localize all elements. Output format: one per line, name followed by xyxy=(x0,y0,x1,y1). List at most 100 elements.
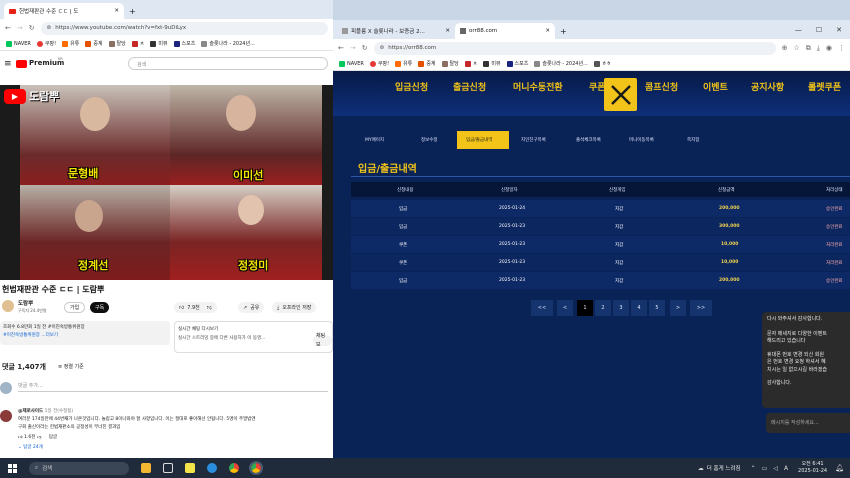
youtube-logo-icon[interactable] xyxy=(16,60,27,68)
offline-save-button[interactable]: ⤓ 오프라인 저장 xyxy=(272,302,317,313)
download-icon[interactable]: ⤓ xyxy=(817,44,820,53)
bookmark-slotnara[interactable]: 슬롯나라 - 2024년... xyxy=(534,60,588,67)
comment-like-icon[interactable]: 👍︎ xyxy=(18,435,23,440)
bookmark-naver[interactable]: NAVER xyxy=(6,40,31,47)
page-first[interactable]: << xyxy=(531,300,553,316)
thumbs-down-icon[interactable]: 👎︎ xyxy=(207,305,212,311)
profile-icon[interactable]: ◉ xyxy=(826,44,832,52)
video-player[interactable]: ▶ 도람뿌 문형배 이미선 정계선 정정미 xyxy=(0,85,333,280)
taskview-icon[interactable] xyxy=(163,463,173,473)
subnav-history[interactable]: 입금/출금내역 xyxy=(466,137,492,143)
tab-youtube[interactable]: 헌법재판관 수준 ㄷㄷ | 도 ✕ xyxy=(4,3,124,19)
chrome-icon[interactable] xyxy=(229,463,239,473)
volume-icon[interactable]: ◁ xyxy=(773,465,778,472)
weather-icon[interactable]: ☁ xyxy=(698,465,704,472)
commenter-avatar[interactable] xyxy=(0,410,12,422)
open-chat-button[interactable]: 채팅 보 xyxy=(313,333,332,348)
nav-deposit[interactable]: 입금신청 xyxy=(395,80,428,93)
menu-icon[interactable]: ≡ xyxy=(4,59,12,69)
nav-roulette-coupon[interactable]: 롤렛쿠폰 xyxy=(808,80,841,93)
comment-author[interactable]: @제로사이드 xyxy=(18,409,43,414)
nav-notice[interactable]: 공지사항 xyxy=(751,80,784,93)
taskbar-search[interactable]: ⌕ 검색 xyxy=(29,461,129,475)
bookmark-ch[interactable]: ㅊ xyxy=(464,60,477,67)
comment-dislike-icon[interactable]: 👎︎ xyxy=(37,435,42,440)
bookmark-ch[interactable]: ㅊ xyxy=(131,40,144,47)
bookmark-naver[interactable]: NAVER xyxy=(339,60,364,67)
channel-avatar[interactable] xyxy=(2,300,14,312)
notification-icon[interactable]: 🔔︎ xyxy=(835,464,844,472)
bookmark-review[interactable]: 미뷰 xyxy=(483,60,501,67)
back-icon[interactable]: ← xyxy=(338,44,344,52)
extensions-icon[interactable]: ⧉ xyxy=(806,44,811,53)
tab-orr88[interactable]: orr88.com ✕ xyxy=(455,23,555,39)
page-prev[interactable]: < xyxy=(557,300,573,316)
translate-icon[interactable]: ⊕ xyxy=(782,44,788,52)
edge-icon[interactable] xyxy=(207,463,217,473)
app-icon-1[interactable] xyxy=(141,463,151,473)
like-button[interactable]: 👍︎ 7.9천 👎︎ xyxy=(174,302,217,313)
maximize-icon[interactable]: ☐ xyxy=(816,26,822,34)
chat-input[interactable]: 메시지를 작성하세요... xyxy=(766,413,850,433)
left-url-field[interactable]: ⊜ https://www.youtube.com/watch?v=fxt-9u… xyxy=(40,21,328,35)
bookmark-relay[interactable]: 중계 xyxy=(418,60,436,67)
subnav-friends[interactable]: 지인친구목록 xyxy=(521,137,546,143)
app-icon-2[interactable] xyxy=(185,463,195,473)
bookmark-review[interactable]: 미뷰 xyxy=(150,40,168,47)
description-box[interactable]: 조회수 6.8만회 1일 전 #이진숙방통위원장 #이진숙방통위원장 ...더보… xyxy=(0,321,170,345)
popup-close-icon[interactable] xyxy=(604,78,637,111)
subnav-edit-info[interactable]: 정보수정 xyxy=(421,137,438,143)
close-tab-icon[interactable]: ✕ xyxy=(545,28,550,34)
subnav-mypage[interactable]: MY페이지 xyxy=(365,137,384,143)
share-button[interactable]: ↗ 공유 xyxy=(238,302,265,313)
page-next[interactable]: > xyxy=(670,300,686,316)
new-tab-button[interactable]: + xyxy=(124,3,141,19)
tray-chevron-icon[interactable]: ⌃ xyxy=(751,465,756,472)
nav-event[interactable]: 이벤트 xyxy=(703,80,728,93)
page-1[interactable]: 1 xyxy=(577,300,593,316)
page-2[interactable]: 2 xyxy=(595,300,611,316)
bookmark-hh[interactable]: ㅎㅎ xyxy=(593,60,611,67)
site-info-icon[interactable]: ⊜ xyxy=(47,25,52,31)
add-comment-input[interactable]: 댓글 추가... xyxy=(18,382,328,392)
bookmark-youtube[interactable]: 유튜 xyxy=(395,60,412,67)
close-tab-icon[interactable]: ✕ xyxy=(445,28,450,34)
subnav-messages[interactable]: 쪽지함 xyxy=(687,137,699,143)
bookmark-youtube[interactable]: 유튜 xyxy=(62,40,79,47)
bookmark-party[interactable]: 탈당 xyxy=(441,60,459,67)
network-icon[interactable]: ▭ xyxy=(762,465,768,472)
more-menu-icon[interactable]: ⋮ xyxy=(838,44,845,52)
bookmark-relay[interactable]: 중계 xyxy=(85,40,103,47)
channel-name[interactable]: 도람뿌 xyxy=(18,299,33,307)
minimize-icon[interactable]: — xyxy=(795,26,802,34)
page-last[interactable]: >> xyxy=(690,300,712,316)
reload-icon[interactable]: ↻ xyxy=(29,24,35,32)
nav-money-convert[interactable]: 머니수동전환 xyxy=(513,80,563,93)
reload-icon[interactable]: ↻ xyxy=(362,44,368,52)
bookmark-party[interactable]: 탈당 xyxy=(108,40,126,47)
nav-withdraw[interactable]: 출금신청 xyxy=(453,80,486,93)
bookmark-sports[interactable]: 스포츠 xyxy=(173,40,195,47)
right-url-field[interactable]: ⊜ https://orr88.com xyxy=(373,41,776,55)
clock[interactable]: 오전 6:41 2025-01-24 xyxy=(798,461,827,475)
page-3[interactable]: 3 xyxy=(613,300,629,316)
page-5[interactable]: 5 xyxy=(649,300,665,316)
weather-text[interactable]: 더 홈게 느려짐 xyxy=(707,464,741,472)
replies-toggle[interactable]: ⌄ 답글 24개 xyxy=(18,444,333,452)
close-window-icon[interactable]: ✕ xyxy=(836,26,842,34)
bookmark-star-icon[interactable]: ☆ xyxy=(794,44,800,52)
site-info-icon[interactable]: ⊜ xyxy=(380,45,385,51)
subnav-attendance[interactable]: 출석체크목록 xyxy=(576,137,601,143)
forward-icon[interactable]: → xyxy=(17,24,23,32)
join-button[interactable]: 가입 xyxy=(64,302,86,313)
close-tab-icon[interactable]: ✕ xyxy=(114,8,119,14)
bookmark-coupang[interactable]: 쿠팡! xyxy=(36,40,56,47)
page-4[interactable]: 4 xyxy=(631,300,647,316)
forward-icon[interactable]: → xyxy=(350,44,356,52)
back-icon[interactable]: ← xyxy=(5,24,11,32)
subnav-money-move[interactable]: 머니이동목록 xyxy=(629,137,654,143)
subscribe-button[interactable]: 구독 xyxy=(90,302,110,313)
sort-button[interactable]: ≡ 정렬 기준 xyxy=(58,363,84,370)
windows-start-icon[interactable] xyxy=(8,463,17,473)
bookmark-slotnara[interactable]: 슬롯나라 - 2024년... xyxy=(201,40,255,47)
